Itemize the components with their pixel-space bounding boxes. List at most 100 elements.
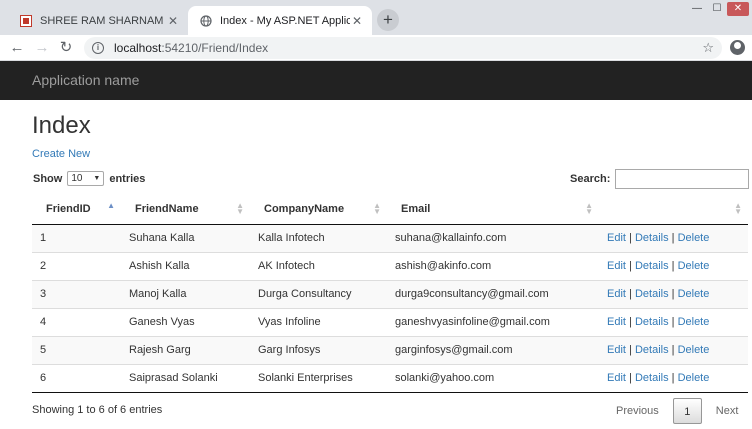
column-header-label: Email: [401, 202, 431, 215]
delete-link[interactable]: Delete: [678, 344, 710, 356]
delete-link[interactable]: Delete: [678, 316, 710, 328]
company-name-cell: Garg Infosys: [250, 335, 387, 364]
email-cell: suhana@kallainfo.com: [387, 224, 599, 252]
row-actions-cell: Edit | Details | Delete: [599, 307, 748, 336]
company-name-cell: Solanki Enterprises: [250, 363, 387, 393]
pagination: Previous 1 Next: [608, 398, 746, 424]
page-1-button[interactable]: 1: [672, 398, 702, 424]
friend-name-cell: Rajesh Garg: [121, 335, 250, 364]
maximize-window-button[interactable]: ☐: [708, 2, 726, 16]
friend-name-cell: Suhana Kalla: [121, 224, 250, 252]
friend-id-cell: 1: [32, 224, 121, 252]
email-cell: solanki@yahoo.com: [387, 363, 599, 393]
entries-label: entries: [109, 172, 146, 185]
edit-link[interactable]: Edit: [607, 316, 626, 328]
row-actions-cell: Edit | Details | Delete: [599, 335, 748, 364]
minimize-window-button[interactable]: —: [688, 2, 706, 16]
entries-length-control: Show 10 ▼ entries: [33, 171, 145, 186]
entries-length-select[interactable]: 10 ▼: [67, 171, 105, 186]
friend-name-cell: Saiprasad Solanki: [121, 363, 250, 393]
browser-tab-shree-ram[interactable]: SHREE RAM SHARNAM - International ✕: [8, 6, 188, 35]
friend-id-cell: 4: [32, 307, 121, 336]
action-separator: |: [671, 344, 675, 356]
edit-link[interactable]: Edit: [607, 372, 626, 384]
column-header-companyname[interactable]: CompanyName ▲ ▼: [250, 194, 387, 225]
close-window-button[interactable]: ✕: [727, 2, 749, 16]
site-info-icon[interactable]: i: [92, 42, 104, 54]
table-row: 1 Suhana Kalla Kalla Infotech suhana@kallai…: [32, 224, 748, 252]
browser-tab-index[interactable]: Index - My ASP.NET Application ✕: [188, 6, 372, 35]
account-avatar-icon[interactable]: [730, 40, 745, 55]
back-button[interactable]: ←: [8, 38, 26, 58]
delete-link[interactable]: Delete: [678, 372, 710, 384]
company-name-cell: Kalla Infotech: [250, 224, 387, 252]
app-navbar: Application name: [0, 61, 752, 100]
details-link[interactable]: Details: [635, 288, 669, 300]
brand-link[interactable]: Application name: [32, 72, 139, 88]
address-bar[interactable]: i localhost:54210/Friend/Index ☆: [84, 37, 722, 59]
friend-id-cell: 2: [32, 251, 121, 280]
action-separator: |: [671, 372, 675, 384]
column-header-email[interactable]: Email ▲ ▼: [387, 194, 599, 225]
delete-link[interactable]: Delete: [678, 260, 710, 272]
edit-link[interactable]: Edit: [607, 232, 626, 244]
details-link[interactable]: Details: [635, 372, 669, 384]
delete-link[interactable]: Delete: [678, 288, 710, 300]
edit-link[interactable]: Edit: [607, 288, 626, 300]
column-header-actions[interactable]: ▲ ▼: [599, 194, 748, 225]
search-input[interactable]: [615, 169, 750, 189]
details-link[interactable]: Details: [635, 260, 669, 272]
column-header-friendid[interactable]: FriendID ▲: [32, 194, 121, 225]
company-name-cell: Durga Consultancy: [250, 279, 387, 308]
next-page-button[interactable]: Next: [708, 398, 747, 424]
show-label: Show: [33, 172, 63, 185]
action-separator: |: [629, 316, 632, 328]
action-separator: |: [671, 288, 675, 300]
column-header-friendname[interactable]: FriendName ▲ ▼: [121, 194, 250, 225]
table-row: 5 Rajesh Garg Garg Infosys garginfosys@gmai…: [32, 335, 748, 364]
close-tab-icon[interactable]: ✕: [350, 14, 364, 28]
friend-id-cell: 6: [32, 363, 121, 393]
reload-button[interactable]: ↻: [57, 38, 75, 58]
table-info: Showing 1 to 6 of 6 entries: [32, 404, 163, 416]
tab-title: SHREE RAM SHARNAM - International: [40, 14, 166, 27]
new-tab-button[interactable]: +: [377, 9, 399, 31]
friend-name-cell: Manoj Kalla: [121, 279, 250, 308]
email-cell: garginfosys@gmail.com: [387, 335, 599, 364]
company-name-cell: AK Infotech: [250, 251, 387, 280]
forward-button[interactable]: →: [33, 38, 51, 58]
page-title: Index: [32, 112, 91, 139]
delete-link[interactable]: Delete: [678, 232, 710, 244]
action-separator: |: [629, 372, 632, 384]
edit-link[interactable]: Edit: [607, 344, 626, 356]
details-link[interactable]: Details: [635, 232, 669, 244]
email-cell: ashish@akinfo.com: [387, 251, 599, 280]
action-separator: |: [629, 260, 632, 272]
row-actions-cell: Edit | Details | Delete: [599, 363, 748, 393]
action-separator: |: [671, 260, 675, 272]
column-header-label: FriendID: [46, 202, 91, 215]
tab-title: Index - My ASP.NET Application: [220, 14, 350, 27]
friend-name-cell: Ashish Kalla: [121, 251, 250, 280]
previous-page-button[interactable]: Previous: [608, 398, 667, 424]
globe-icon: [200, 14, 212, 27]
entries-length-value: 10: [71, 173, 83, 184]
create-new-link[interactable]: Create New: [32, 148, 90, 160]
sort-both-icon: ▲ ▼: [585, 201, 593, 216]
details-link[interactable]: Details: [635, 344, 669, 356]
browser-toolbar: ← → ↻ i localhost:54210/Friend/Index ☆: [0, 35, 752, 61]
friends-table: FriendID ▲ FriendName ▲ ▼ CompanyName ▲ ▼ Ema…: [32, 194, 748, 393]
action-separator: |: [671, 232, 675, 244]
close-tab-icon[interactable]: ✕: [166, 14, 180, 28]
sort-ascending-icon: ▲: [107, 201, 115, 210]
friend-id-cell: 5: [32, 335, 121, 364]
bookmark-star-icon[interactable]: ☆: [702, 40, 714, 56]
site-favicon-icon: [20, 14, 32, 27]
sort-both-icon: ▲ ▼: [373, 201, 381, 216]
edit-link[interactable]: Edit: [607, 260, 626, 272]
details-link[interactable]: Details: [635, 316, 669, 328]
table-row: 3 Manoj Kalla Durga Consultancy durga9consu…: [32, 279, 748, 308]
action-separator: |: [629, 288, 632, 300]
url-path: :54210/Friend/Index: [161, 41, 269, 55]
action-separator: |: [629, 232, 632, 244]
